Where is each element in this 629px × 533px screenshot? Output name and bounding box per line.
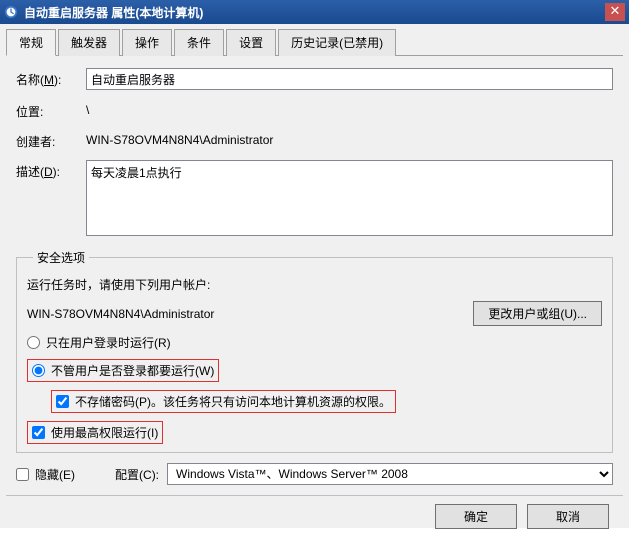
- radio-run-always-label: 不管用户是否登录都要运行(W): [51, 362, 214, 379]
- tab-settings[interactable]: 设置: [226, 29, 276, 56]
- tab-strip: 常规 触发器 操作 条件 设置 历史记录(已禁用): [6, 28, 623, 56]
- checkbox-highest-privileges[interactable]: [32, 426, 45, 439]
- runas-prompt: 运行任务时，请使用下列用户帐户:: [27, 276, 602, 293]
- checkbox-no-store-password[interactable]: [56, 395, 69, 408]
- creator-label: 创建者:: [16, 130, 86, 150]
- checkbox-hidden[interactable]: [16, 468, 29, 481]
- location-label: 位置:: [16, 100, 86, 120]
- titlebar: 自动重启服务器 属性(本地计算机) ✕: [0, 0, 629, 24]
- creator-value: WIN-S78OVM4N8N4\Administrator: [86, 130, 613, 147]
- tab-content-general: 名称(M): 位置: \ 创建者: WIN-S78OVM4N8N4\Admini…: [6, 64, 623, 533]
- radio-run-when-logged-on-label: 只在用户登录时运行(R): [46, 334, 171, 351]
- cancel-button[interactable]: 取消: [527, 504, 609, 529]
- tab-conditions[interactable]: 条件: [174, 29, 224, 56]
- name-label: 名称(M):: [16, 68, 86, 88]
- location-value: \: [86, 100, 613, 117]
- window-title: 自动重启服务器 属性(本地计算机): [24, 4, 203, 21]
- ok-button[interactable]: 确定: [435, 504, 517, 529]
- radio-run-when-logged-on[interactable]: [27, 336, 40, 349]
- checkbox-no-store-password-label: 不存储密码(P)。该任务将只有访问本地计算机资源的权限。: [75, 393, 391, 410]
- dialog-body: 常规 触发器 操作 条件 设置 历史记录(已禁用) 名称(M): 位置: \ 创…: [0, 24, 629, 528]
- tab-history[interactable]: 历史记录(已禁用): [278, 29, 396, 56]
- security-legend: 安全选项: [33, 249, 89, 266]
- checkbox-hidden-label: 隐藏(E): [35, 466, 75, 483]
- security-options-group: 安全选项 运行任务时，请使用下列用户帐户: WIN-S78OVM4N8N4\Ad…: [16, 249, 613, 453]
- name-input[interactable]: [86, 68, 613, 90]
- tab-general[interactable]: 常规: [6, 29, 56, 56]
- tab-triggers[interactable]: 触发器: [58, 29, 120, 56]
- change-user-button[interactable]: 更改用户或组(U)...: [473, 301, 602, 326]
- configure-for-label: 配置(C):: [115, 466, 159, 483]
- runas-user: WIN-S78OVM4N8N4\Administrator: [27, 307, 214, 321]
- description-label: 描述(D):: [16, 160, 86, 180]
- radio-run-always[interactable]: [32, 364, 45, 377]
- app-icon: [4, 5, 18, 19]
- close-button[interactable]: ✕: [605, 3, 625, 21]
- tab-actions[interactable]: 操作: [122, 29, 172, 56]
- description-input[interactable]: 每天凌晨1点执行: [86, 160, 613, 236]
- checkbox-highest-privileges-label: 使用最高权限运行(I): [51, 424, 158, 441]
- divider: [6, 495, 623, 496]
- configure-for-select[interactable]: Windows Vista™、Windows Server™ 2008: [167, 463, 613, 485]
